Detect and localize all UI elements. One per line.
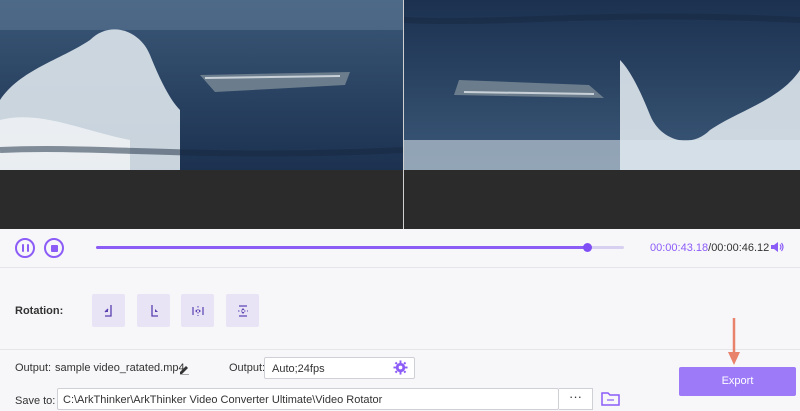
rotation-label: Rotation:	[15, 305, 64, 317]
original-video-frame	[0, 0, 403, 170]
pause-button[interactable]	[15, 238, 35, 258]
rotated-video-frame	[404, 0, 800, 170]
output-name-label: Output:	[15, 362, 52, 374]
annotation-arrow	[726, 318, 742, 366]
browse-path-button[interactable]: ···	[559, 388, 593, 410]
edit-filename-button[interactable]	[179, 362, 190, 376]
stop-button[interactable]	[44, 238, 64, 258]
output-format-value: Auto;24fps	[272, 363, 325, 375]
flip-horizontal-button[interactable]	[181, 294, 214, 327]
output-filename: sample video_ratated.mp4	[55, 362, 185, 374]
volume-icon[interactable]	[770, 240, 784, 254]
current-time: 00:00:43.18	[650, 242, 709, 254]
total-time: 00:00:46.12	[711, 242, 770, 254]
progress-fill	[96, 246, 588, 249]
export-button[interactable]: Export	[679, 367, 796, 396]
stop-icon	[50, 244, 58, 252]
save-path-value: C:\ArkThinker\ArkThinker Video Converter…	[63, 394, 383, 406]
folder-icon	[601, 392, 620, 406]
rotate-left-button[interactable]	[92, 294, 125, 327]
save-to-label: Save to:	[15, 395, 56, 407]
flip-vertical-icon	[237, 304, 248, 317]
time-readout: 00:00:43.18/00:00:46.12	[650, 242, 769, 254]
save-path-input[interactable]: C:\ArkThinker\ArkThinker Video Converter…	[57, 388, 559, 410]
output-format-label: Output:	[229, 362, 266, 374]
rotate-right-icon	[150, 304, 158, 317]
open-folder-button[interactable]	[601, 390, 620, 407]
rotate-right-button[interactable]	[137, 294, 170, 327]
original-preview	[0, 0, 403, 229]
flip-horizontal-icon	[191, 305, 204, 316]
output-settings-button[interactable]	[393, 360, 408, 375]
rotate-left-icon	[104, 304, 112, 317]
rotated-preview	[404, 0, 800, 229]
preview-area	[0, 0, 800, 229]
video-rotator-window: 00:00:43.18/00:00:46.12 Rotation: Output…	[0, 0, 800, 411]
flip-vertical-button[interactable]	[226, 294, 259, 327]
progress-thumb[interactable]	[583, 243, 593, 252]
pencil-icon	[180, 366, 189, 376]
progress-slider[interactable]	[96, 243, 624, 252]
pause-icon	[21, 244, 29, 252]
gear-icon	[393, 360, 408, 375]
